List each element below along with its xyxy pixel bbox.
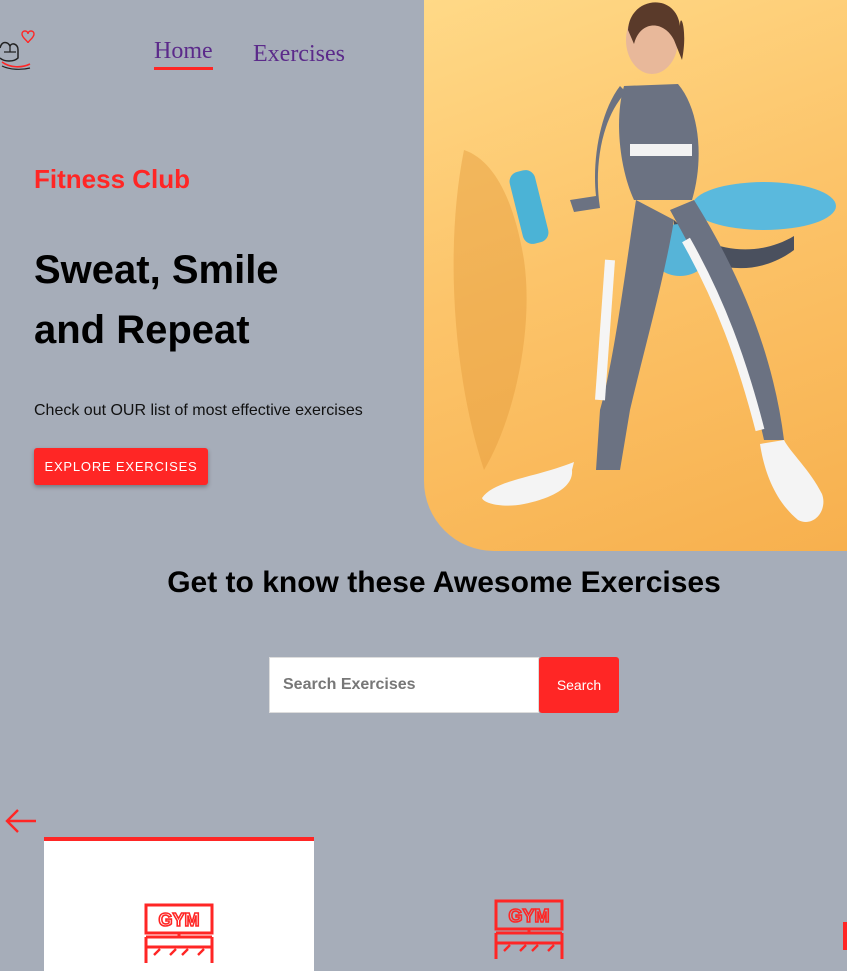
body-part-card[interactable]: GYM (44, 837, 314, 971)
nav-link-home[interactable]: Home (154, 38, 213, 70)
next-card-edge[interactable] (843, 922, 847, 950)
hero-banner-image (424, 0, 847, 551)
hero-description: Check out OUR list of most effective exe… (34, 402, 363, 419)
arrow-left-icon[interactable] (4, 808, 38, 834)
gym-icon: GYM (144, 903, 214, 963)
svg-text:GYM: GYM (508, 906, 549, 926)
gym-icon: GYM (494, 899, 564, 959)
hero-headline-line1: Sweat, Smile (34, 248, 279, 292)
hero-headline: Sweat, Smile and Repeat (34, 240, 279, 360)
hero-headline-line2: and Repeat (34, 308, 250, 352)
search-button[interactable]: Search (539, 657, 619, 713)
body-part-card[interactable]: GYM (394, 837, 664, 967)
search-exercises-input[interactable] (269, 657, 539, 713)
hero-woman-illustration (453, 2, 836, 522)
logo-icon[interactable] (0, 22, 36, 70)
svg-text:GYM: GYM (158, 910, 199, 930)
hero-subtitle: Fitness Club (34, 164, 191, 194)
nav-link-exercises[interactable]: Exercises (253, 41, 345, 68)
exercises-section-title: Get to know these Awesome Exercises (167, 566, 721, 599)
explore-exercises-button[interactable]: EXPLORE EXERCISES (34, 448, 208, 485)
